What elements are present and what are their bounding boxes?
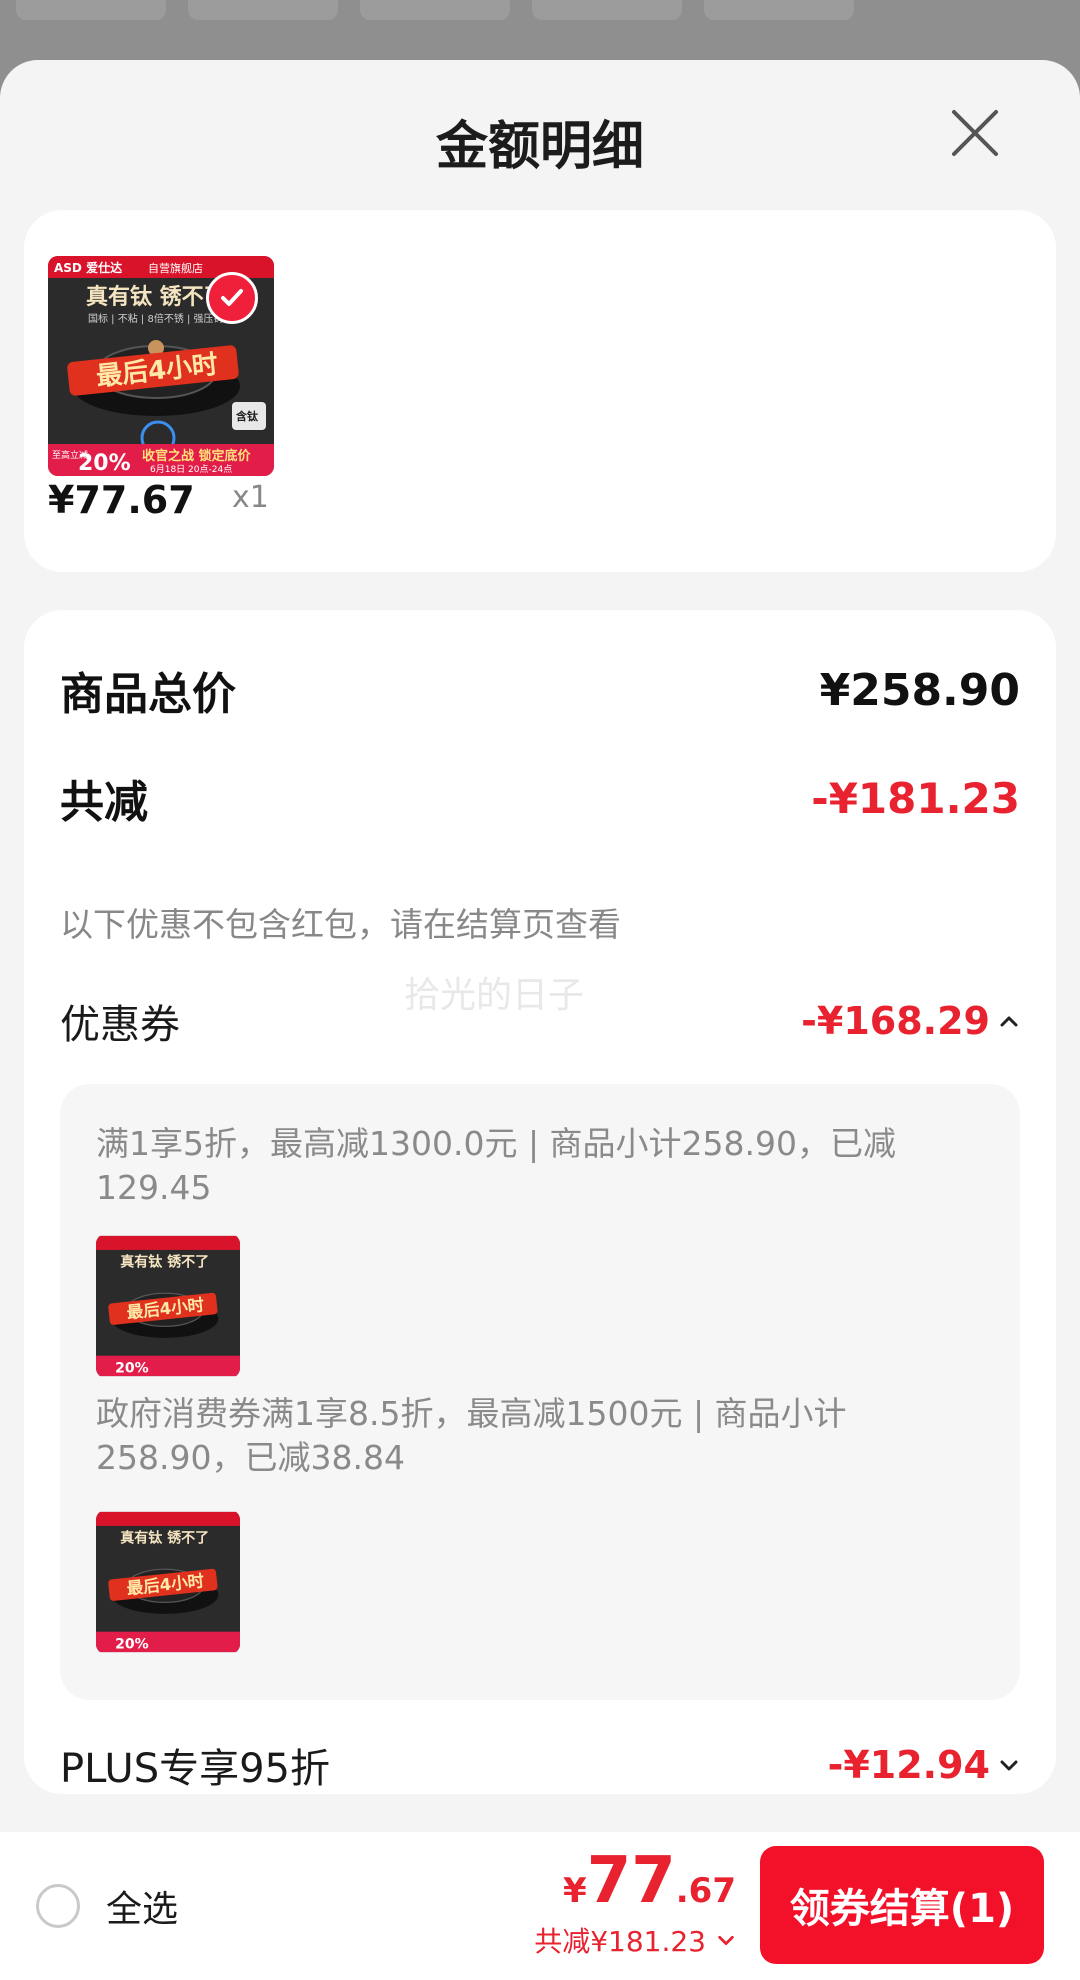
price-summary-card: 商品总价 ¥258.90 共减 -¥181.23 以下优惠不包含红包，请在结算页…	[24, 610, 1056, 1794]
total-currency: ¥	[563, 1871, 587, 1911]
total-reduce-value: -¥181.23	[811, 773, 1020, 823]
total-reduce-label: 共减	[60, 777, 148, 828]
plus-discount-value: -¥12.94	[827, 1743, 990, 1787]
backdrop-tabs	[0, 0, 1080, 30]
total-price-row: 商品总价 ¥258.90	[60, 658, 1020, 722]
total-price-value: ¥258.90	[819, 664, 1020, 716]
coupon-1-product-thumbnail: 真有钛 锈不了 最后4小时 20%	[96, 1234, 240, 1378]
coupon-value: -¥168.29	[801, 999, 990, 1043]
radio-icon[interactable]	[36, 1884, 80, 1928]
chevron-up-icon	[1000, 1016, 1018, 1027]
total-price-label: 商品总价	[60, 669, 236, 720]
chevron-down-icon	[1000, 1760, 1018, 1771]
coupon-label: 优惠券	[60, 1002, 180, 1048]
coupon-1-thumb-pct: 20%	[115, 1360, 149, 1376]
coupon-2-product-thumbnail: 真有钛 锈不了 最后4小时 20%	[96, 1510, 240, 1654]
coupon-value-toggle[interactable]: -¥168.29	[801, 999, 1020, 1043]
sheet-header: 金额明细	[0, 60, 1080, 210]
select-all-label: 全选	[106, 1889, 179, 1930]
check-icon	[221, 289, 243, 306]
coupon-2-desc: 政府消费券满1享8.5折，最高减1500元 | 商品小计258.90，已减38.…	[96, 1394, 847, 1477]
select-all-toggle[interactable]: 全选	[36, 1880, 178, 1932]
product-quantity: x1	[232, 480, 269, 515]
coupon-2-thumb-headline: 真有钛 锈不了	[120, 1529, 209, 1546]
total-price: ¥ 77 .67	[534, 1844, 736, 1918]
sheet-title: 金额明细	[435, 117, 644, 177]
checkout-button[interactable]: 领券结算(1)	[760, 1846, 1044, 1964]
thumb-promo: 收官之战 锁定底价	[142, 448, 252, 464]
amount-detail-sheet: 金额明细 ASD 爱仕达 自营旗舰店 真有钛 锈不了 国标 | 不粘 | 8倍不…	[0, 60, 1080, 1980]
coupon-1-desc: 满1享5折，最高减1300.0元 | 商品小计258.90，已减129.45	[96, 1124, 897, 1207]
total-price-decimal: .67	[675, 1871, 736, 1911]
product-price: ¥77.67	[48, 478, 195, 522]
chevron-down-icon	[718, 1935, 734, 1945]
discount-note: 以下优惠不包含红包，请在结算页查看	[60, 905, 621, 944]
order-total: ¥ 77 .67 共减¥181.23	[534, 1844, 736, 1960]
total-reduce-row: 共减 -¥181.23	[60, 766, 1020, 830]
saved-amount: 共减¥181.23	[534, 1925, 706, 1958]
selected-check-badge[interactable]	[206, 272, 258, 324]
product-card: ASD 爱仕达 自营旗舰店 真有钛 锈不了 国标 | 不粘 | 8倍不锈 | 强…	[24, 210, 1056, 572]
thumb-sub: 国标 | 不粘 | 8倍不锈 | 强压铸	[88, 312, 224, 325]
coupon-1-thumb-headline: 真有钛 锈不了	[120, 1253, 209, 1270]
plus-discount-toggle[interactable]: -¥12.94	[828, 1743, 1020, 1787]
product-thumbnail[interactable]: ASD 爱仕达 自营旗舰店 真有钛 锈不了 国标 | 不粘 | 8倍不锈 | 强…	[48, 256, 274, 476]
plus-discount-label: PLUS专享95折	[60, 1746, 330, 1792]
coupon-2-thumb-pct: 20%	[115, 1636, 149, 1652]
close-icon	[952, 110, 998, 156]
thumb-tag: 含钛	[235, 409, 259, 423]
coupon-details: 满1享5折，最高减1300.0元 | 商品小计258.90，已减129.45 真…	[60, 1084, 1020, 1700]
close-button[interactable]	[948, 106, 1002, 160]
saved-amount-toggle[interactable]: 共减¥181.23	[534, 1920, 736, 1960]
thumb-date: 6月18日 20点-24点	[150, 464, 232, 475]
coupon-row[interactable]: 优惠券 -¥168.29	[60, 992, 1020, 1050]
thumb-badge-pct: 20%	[78, 451, 131, 476]
total-price-integer: 77	[586, 1844, 676, 1918]
thumb-store: 自营旗舰店	[148, 261, 203, 275]
thumb-brand: ASD 爱仕达	[54, 260, 122, 275]
plus-discount-row[interactable]: PLUS专享95折 -¥12.94	[60, 1736, 1020, 1794]
thumb-headline: 真有钛 锈不了	[86, 284, 226, 310]
checkout-bar: 全选 ¥ 77 .67 共减¥181.23 领券结算(1)	[0, 1832, 1080, 1980]
